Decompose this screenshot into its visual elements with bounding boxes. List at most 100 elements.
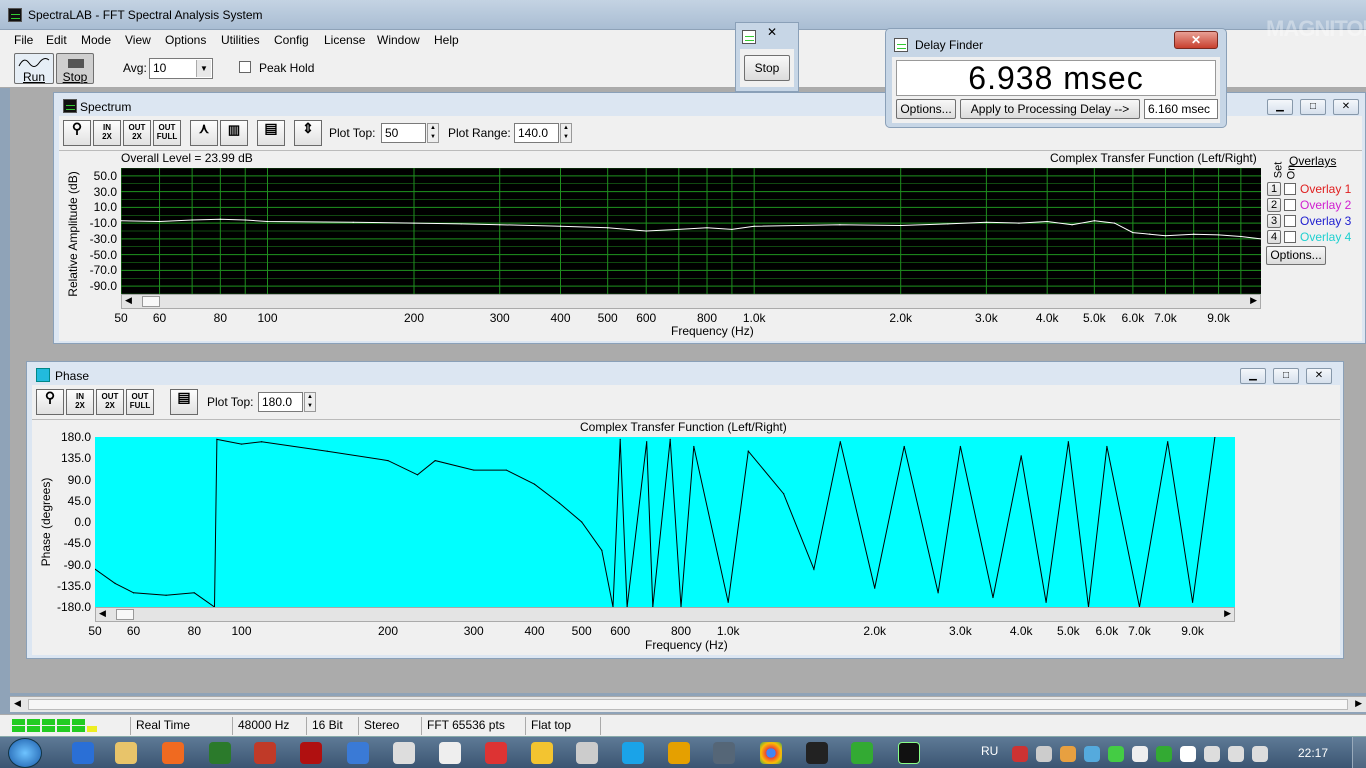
app-icon[interactable] xyxy=(531,742,553,764)
menu-config[interactable]: Config xyxy=(274,33,309,47)
show-desktop-button[interactable] xyxy=(1352,737,1366,768)
close-button[interactable]: ✕ xyxy=(1333,99,1359,115)
mdi-hscrollbar[interactable]: ◀ ▶ xyxy=(10,696,1366,712)
zoom-out-full-icon[interactable]: OUT FULL xyxy=(126,389,154,415)
excel-icon[interactable] xyxy=(209,742,231,764)
line-plot-icon[interactable]: ⋏ xyxy=(190,120,218,146)
apply-processing-delay-button[interactable]: Apply to Processing Delay --> xyxy=(960,99,1140,119)
start-button-icon[interactable] xyxy=(8,738,42,768)
ie-icon[interactable] xyxy=(72,742,94,764)
zoom-out-2x-icon[interactable]: OUT 2X xyxy=(123,120,151,146)
scroll-thumb[interactable] xyxy=(28,699,1348,710)
skype-icon[interactable] xyxy=(622,742,644,764)
zoom-tool-icon[interactable]: ⚲ xyxy=(36,389,64,415)
plot-range-input[interactable]: 140.0 xyxy=(514,123,559,143)
delay-options-button[interactable]: Options... xyxy=(896,99,956,119)
chevron-down-icon[interactable]: ▼ xyxy=(196,60,211,77)
folder-icon[interactable] xyxy=(115,742,137,764)
scroll-thumb[interactable] xyxy=(116,609,134,620)
minimize-button[interactable]: ▁ xyxy=(1267,99,1293,115)
torrent-icon[interactable] xyxy=(851,742,873,764)
menu-license[interactable]: License xyxy=(324,33,365,47)
peak-hold-checkbox[interactable] xyxy=(239,61,251,73)
zoom-tool-icon[interactable]: ⚲ xyxy=(63,120,91,146)
menu-edit[interactable]: Edit xyxy=(46,33,67,47)
overlay-set-button[interactable]: 4 xyxy=(1267,230,1281,244)
zoom-out-full-icon[interactable]: OUT FULL xyxy=(153,120,181,146)
tray-icon[interactable] xyxy=(1036,746,1052,762)
media-player-icon[interactable] xyxy=(162,742,184,764)
app-icon[interactable] xyxy=(668,742,690,764)
rev-icon[interactable] xyxy=(393,742,415,764)
spectrum-hscrollbar[interactable]: ◀ ▶ xyxy=(121,294,1261,309)
stop-dialog-button[interactable]: Stop xyxy=(744,55,790,81)
menu-mode[interactable]: Mode xyxy=(81,33,111,47)
plot-top-input[interactable]: 50 xyxy=(381,123,426,143)
flag-icon[interactable] xyxy=(1180,746,1196,762)
scroll-thumb[interactable] xyxy=(142,296,160,307)
phase-hscrollbar[interactable]: ◀ ▶ xyxy=(95,607,1235,622)
close-button[interactable]: ✕ xyxy=(1174,31,1218,49)
overlay-checkbox[interactable] xyxy=(1284,199,1296,211)
app-icon[interactable] xyxy=(347,742,369,764)
zoom-in-2x-icon[interactable]: IN 2X xyxy=(66,389,94,415)
avg-select[interactable]: 10 ▼ xyxy=(149,58,213,79)
scroll-left-icon[interactable]: ◀ xyxy=(14,698,21,709)
minimize-button[interactable]: ▁ xyxy=(1240,368,1266,384)
zoom-out-2x-icon[interactable]: OUT 2X xyxy=(96,389,124,415)
overlay-checkbox[interactable] xyxy=(1284,183,1296,195)
close-icon[interactable]: ✕ xyxy=(767,25,777,39)
plot-properties-icon[interactable]: ▤ xyxy=(170,389,198,415)
menu-window[interactable]: Window xyxy=(377,33,420,47)
app-icon[interactable] xyxy=(713,742,735,764)
menu-options[interactable]: Options xyxy=(165,33,206,47)
language-indicator[interactable]: RU xyxy=(981,744,998,758)
menu-view[interactable]: View xyxy=(125,33,151,47)
tray-icon[interactable] xyxy=(1084,746,1100,762)
tray-icon[interactable] xyxy=(1204,746,1220,762)
menu-help[interactable]: Help xyxy=(434,33,459,47)
plot-top-spinner[interactable]: ▲ ▼ xyxy=(304,392,316,412)
eye-icon[interactable] xyxy=(806,742,828,764)
zoom-in-2x-icon[interactable]: IN 2X xyxy=(93,120,121,146)
menu-file[interactable]: File xyxy=(14,33,33,47)
scroll-right-icon[interactable]: ▶ xyxy=(1355,698,1362,709)
app-icon[interactable] xyxy=(439,742,461,764)
bar-plot-icon[interactable]: ▥ xyxy=(220,120,248,146)
plot-range-spinner[interactable]: ▲ ▼ xyxy=(560,123,572,143)
spectralab-taskbar-icon[interactable] xyxy=(898,742,920,764)
overlay-set-button[interactable]: 1 xyxy=(1267,182,1281,196)
pdf-icon[interactable] xyxy=(300,742,322,764)
tray-icon[interactable] xyxy=(1108,746,1124,762)
maximize-button[interactable]: □ xyxy=(1273,368,1299,384)
plot-properties-icon[interactable]: ▤ xyxy=(257,120,285,146)
run-button[interactable]: Run xyxy=(14,53,54,84)
app-icon[interactable] xyxy=(485,742,507,764)
maximize-button[interactable]: □ xyxy=(1300,99,1326,115)
menu-utilities[interactable]: Utilities xyxy=(221,33,260,47)
stop-button[interactable]: Stop xyxy=(56,53,94,84)
tray-icon[interactable] xyxy=(1132,746,1148,762)
overlay-checkbox[interactable] xyxy=(1284,231,1296,243)
overlay-set-button[interactable]: 3 xyxy=(1267,214,1281,228)
processing-delay-input[interactable]: 6.160 msec xyxy=(1144,99,1218,119)
chrome-icon[interactable] xyxy=(760,742,782,764)
overlay-set-button[interactable]: 2 xyxy=(1267,198,1281,212)
network-icon[interactable] xyxy=(1228,746,1244,762)
scroll-right-icon[interactable]: ▶ xyxy=(1224,608,1231,619)
app-icon[interactable] xyxy=(254,742,276,764)
scroll-left-icon[interactable]: ◀ xyxy=(125,295,132,306)
tray-icon[interactable] xyxy=(1156,746,1172,762)
clock[interactable]: 22:17 xyxy=(1298,746,1328,760)
tray-icon[interactable] xyxy=(1060,746,1076,762)
close-button[interactable]: ✕ xyxy=(1306,368,1332,384)
overlays-options-button[interactable]: Options... xyxy=(1266,246,1326,265)
overlay-checkbox[interactable] xyxy=(1284,215,1296,227)
scroll-right-icon[interactable]: ▶ xyxy=(1250,295,1257,306)
plot-top-spinner[interactable]: ▲ ▼ xyxy=(427,123,439,143)
app-icon[interactable] xyxy=(576,742,598,764)
autoscale-icon[interactable]: ⇕ xyxy=(294,120,322,146)
scroll-left-icon[interactable]: ◀ xyxy=(99,608,106,619)
tray-icon[interactable] xyxy=(1012,746,1028,762)
volume-icon[interactable] xyxy=(1252,746,1268,762)
